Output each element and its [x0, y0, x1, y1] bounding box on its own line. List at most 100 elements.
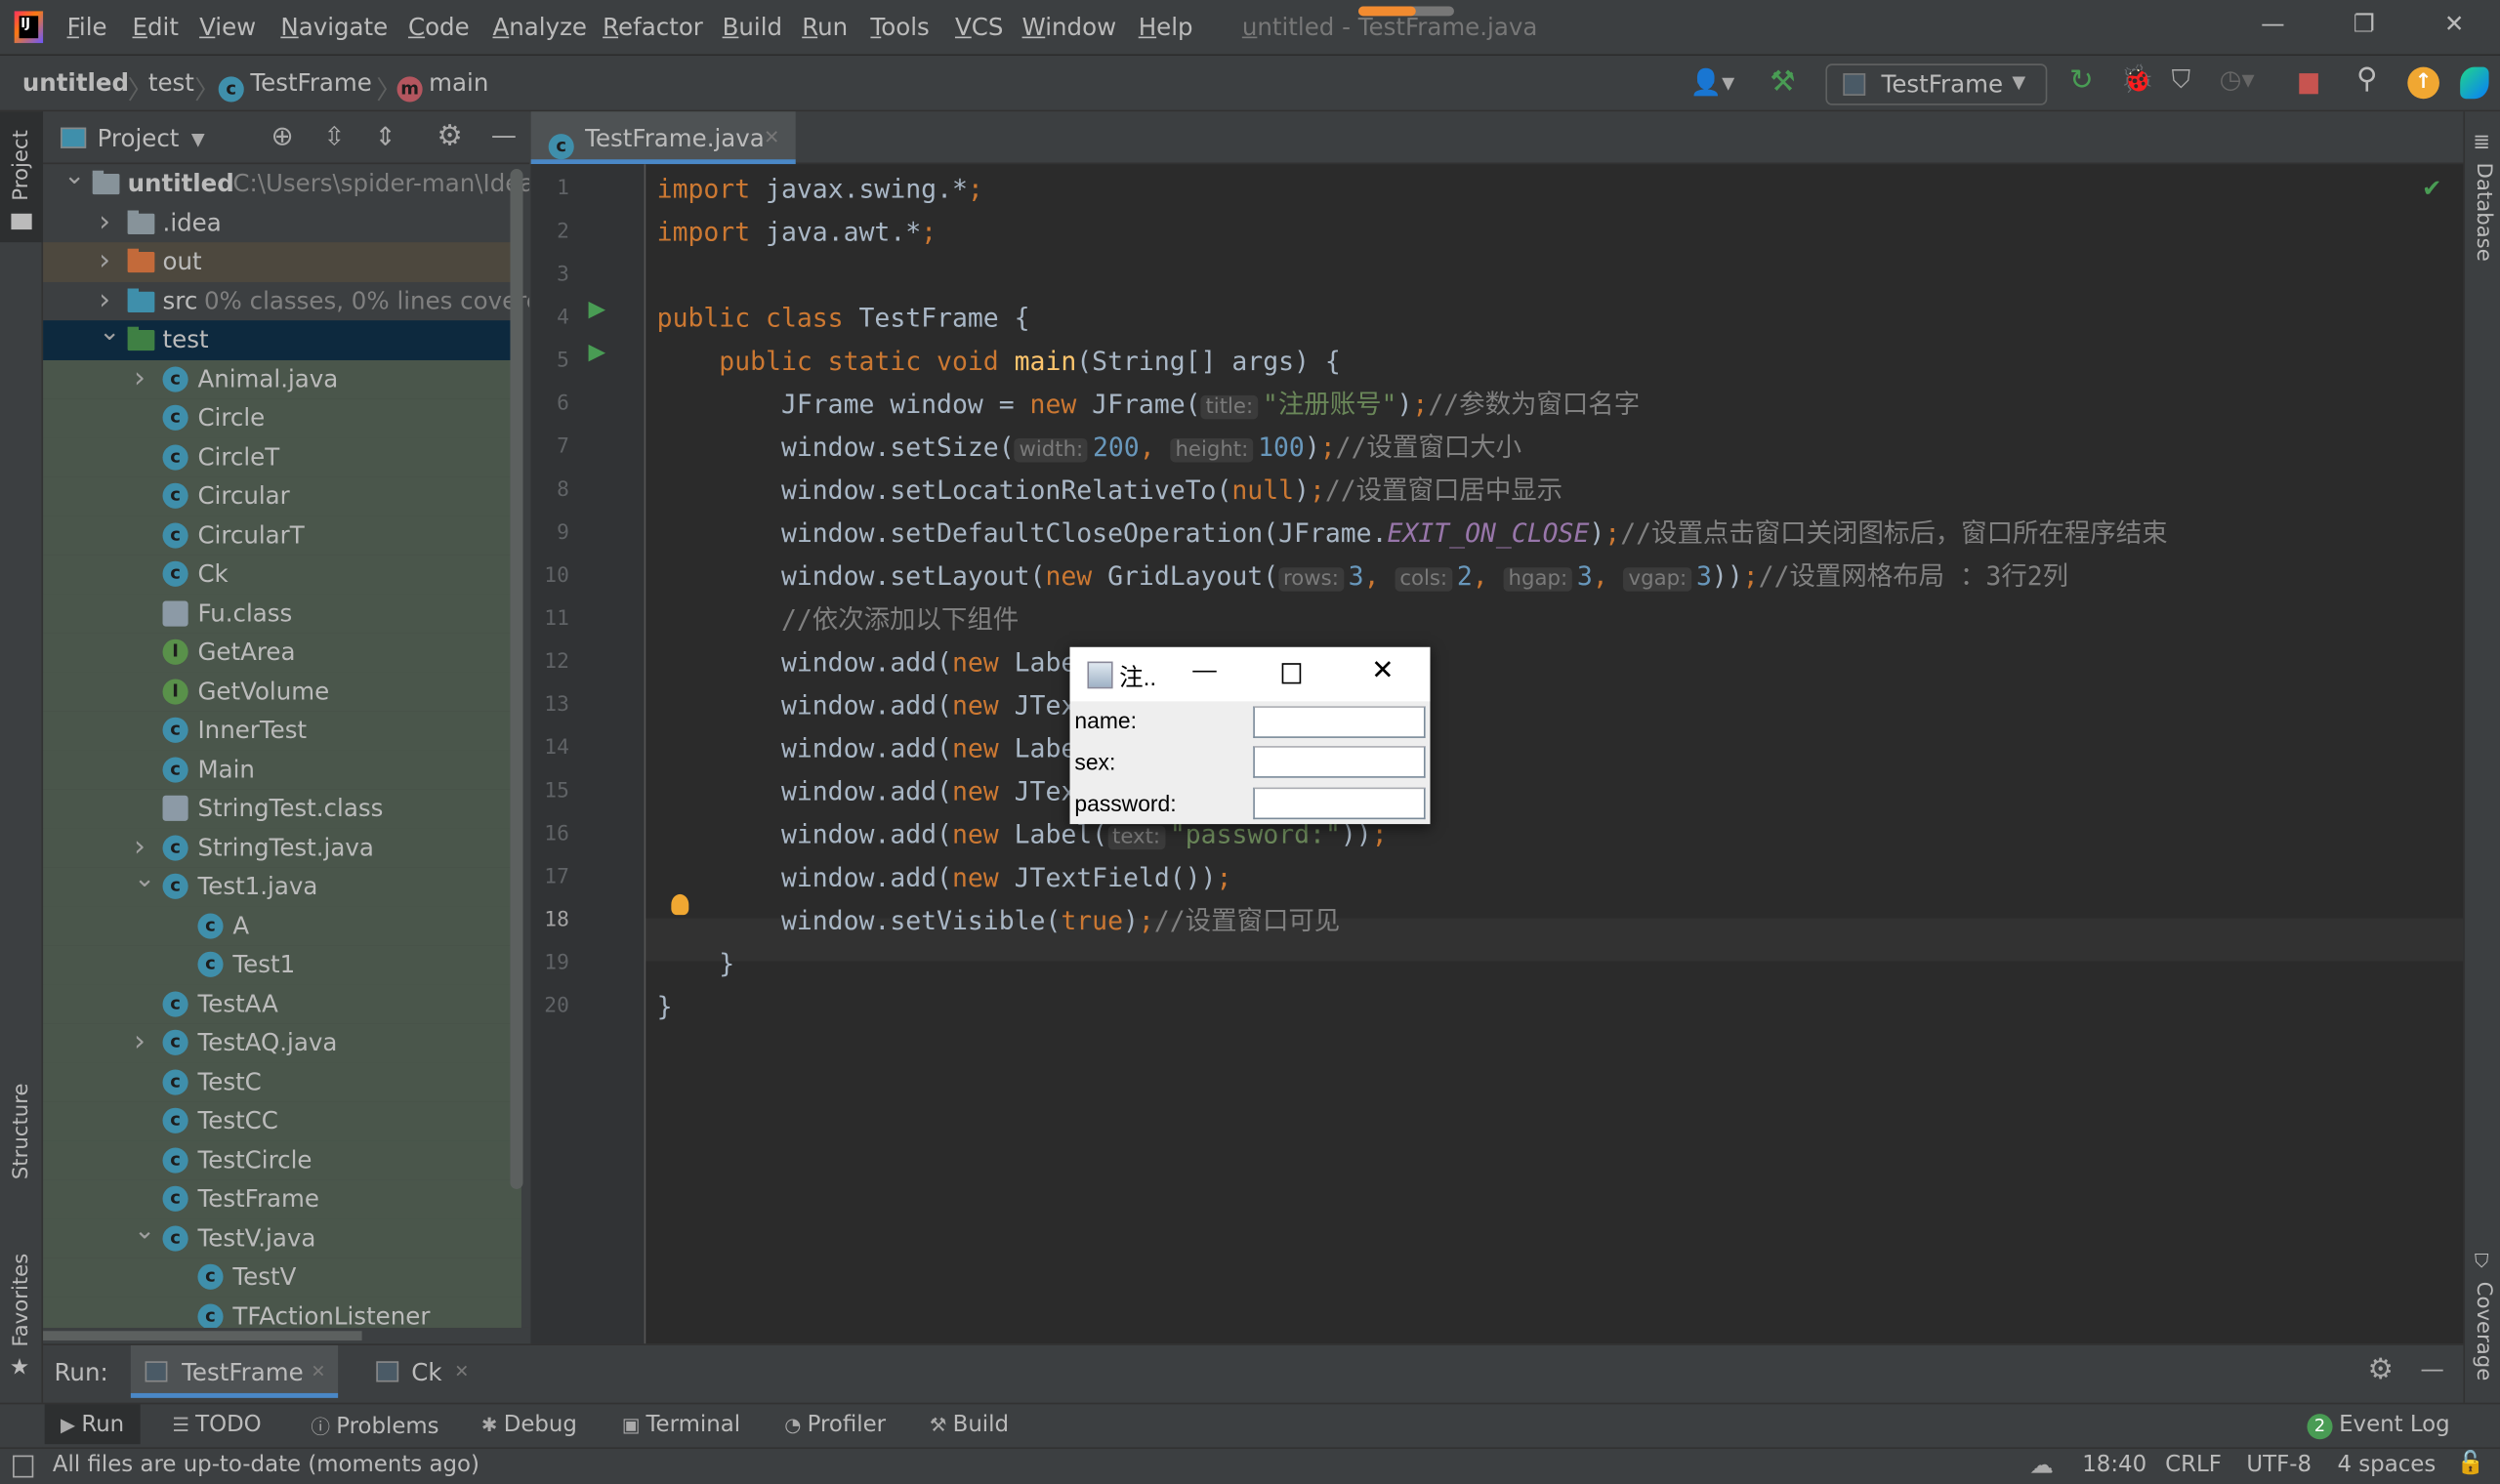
code-line[interactable]: import javax.swing.*;: [657, 167, 983, 210]
profiler-icon[interactable]: ◷▾: [2220, 63, 2255, 94]
gear-icon[interactable]: ⚙: [2367, 1353, 2393, 1386]
close-tab-icon[interactable]: ✕: [764, 126, 779, 148]
file-encoding[interactable]: UTF-8: [2246, 1452, 2312, 1477]
breadcrumb-project[interactable]: untitled: [22, 68, 129, 97]
locate-crosshair-icon[interactable]: ⊕: [271, 121, 294, 153]
toolwindow-terminal[interactable]: ▣ Terminal: [622, 1413, 740, 1438]
tree-item[interactable]: StringTest.class: [43, 789, 521, 829]
horizontal-scrollbar[interactable]: [43, 1327, 530, 1344]
tree-item[interactable]: c Circle: [43, 398, 521, 438]
close-button[interactable]: ✕: [2444, 10, 2465, 38]
tree-item[interactable]: ⌄ c TestV.java: [43, 1214, 521, 1258]
debug-bug-icon[interactable]: 🐞: [2120, 63, 2154, 96]
caret-position[interactable]: 18:40: [2082, 1452, 2146, 1477]
dialog-maximize-button[interactable]: [1281, 663, 1302, 684]
tree-item[interactable]: cA: [43, 906, 521, 946]
code-line[interactable]: window.setVisible(true);//设置窗口可见: [657, 899, 1340, 942]
close-tab-icon[interactable]: ✕: [454, 1361, 469, 1381]
tree-item[interactable]: › c Animal.java: [43, 359, 521, 399]
menu-tools[interactable]: Tools: [870, 13, 929, 41]
toggle-panels-icon[interactable]: [13, 1455, 34, 1478]
minimize-button[interactable]: —: [2261, 10, 2284, 38]
tree-item[interactable]: c Ck: [43, 555, 521, 595]
code-line[interactable]: window.add(new JTex: [657, 683, 1076, 726]
menu-help[interactable]: Help: [1139, 13, 1193, 41]
restore-button[interactable]: ❐: [2354, 10, 2375, 38]
lightbulb-icon[interactable]: [671, 893, 689, 916]
hide-panel-icon[interactable]: —: [2420, 1355, 2443, 1383]
tree-item[interactable]: c InnerTest: [43, 711, 521, 751]
toolwindow-run[interactable]: ▶ Run: [44, 1404, 141, 1445]
code-line[interactable]: window.setLocationRelativeTo(null);//设置窗…: [657, 469, 1562, 512]
tree-item[interactable]: ⌄ untitled C:\Users\spider-man\IdeaP: [43, 164, 529, 203]
run-tab-testframe[interactable]: TestFrame ✕: [130, 1344, 339, 1398]
menu-window[interactable]: Window: [1022, 13, 1117, 41]
tree-item[interactable]: c CircleT: [43, 437, 521, 477]
dialog-minimize-button[interactable]: —: [1192, 657, 1216, 684]
tree-item[interactable]: ⌄ c Test1.java: [43, 862, 521, 907]
code-line[interactable]: import java.awt.*;: [657, 211, 937, 254]
code-line[interactable]: }: [657, 942, 734, 985]
menu-view[interactable]: View: [199, 13, 256, 41]
toolbox-icon[interactable]: [2460, 66, 2489, 100]
expand-all-icon[interactable]: ⇳: [323, 121, 345, 151]
tree-item[interactable]: I GetArea: [43, 633, 521, 673]
run-tab-ck[interactable]: Ck ✕: [362, 1345, 490, 1398]
tree-item[interactable]: c Main: [43, 750, 521, 790]
code-line[interactable]: window.add(new JTex: [657, 770, 1076, 813]
menu-build[interactable]: Build: [723, 13, 783, 41]
code-line[interactable]: window.setDefaultCloseOperation(JFrame.E…: [657, 512, 2168, 555]
toolwindow-todo[interactable]: ☰ TODO: [172, 1413, 261, 1438]
close-tab-icon[interactable]: ✕: [311, 1361, 325, 1381]
menu-code[interactable]: Code: [408, 13, 470, 41]
project-tool-button[interactable]: Project: [0, 111, 44, 243]
dialog-title-bar[interactable]: 注.. — ✕: [1069, 646, 1431, 702]
tree-item[interactable]: c TestCircle: [43, 1140, 521, 1180]
structure-tool-button[interactable]: Structure: [10, 1083, 33, 1179]
menu-vcs[interactable]: VCS: [955, 13, 1003, 41]
menu-refactor[interactable]: Refactor: [603, 13, 703, 41]
breadcrumb-test[interactable]: test: [148, 68, 194, 97]
tree-item[interactable]: › c TestAQ.java: [43, 1023, 521, 1063]
run-with-coverage-icon[interactable]: ⛉: [2172, 63, 2191, 96]
tree-item[interactable]: Fu.class: [43, 594, 521, 634]
menu-navigate[interactable]: Navigate: [280, 13, 388, 41]
stop-icon[interactable]: [2299, 73, 2318, 95]
toolwindow-debug[interactable]: ✱ Debug: [481, 1413, 577, 1438]
toolwindow-build[interactable]: ⚒ Build: [930, 1413, 1009, 1438]
tree-item[interactable]: c TestAA: [43, 984, 521, 1024]
chevron-right-icon[interactable]: ›: [99, 203, 110, 242]
chevron-down-icon[interactable]: ▼: [191, 129, 205, 149]
database-tool-button[interactable]: Database: [2472, 163, 2495, 262]
tab-testframe-java[interactable]: c TestFrame.java ✕: [530, 111, 796, 165]
run-gutter-icon[interactable]: ▶: [588, 340, 605, 365]
chevron-down-icon[interactable]: ⌄: [134, 1211, 155, 1250]
chevron-right-icon[interactable]: ›: [99, 242, 110, 281]
run-config-select[interactable]: TestFrame ▼: [1825, 63, 2048, 105]
breadcrumb-class[interactable]: c TestFrame: [218, 68, 372, 103]
code-line[interactable]: }: [657, 985, 673, 1028]
password-text-field[interactable]: [1253, 787, 1426, 820]
tree-item[interactable]: c Circular: [43, 476, 521, 516]
toolwindow-profiler[interactable]: ◔ Profiler: [784, 1413, 886, 1438]
lock-icon[interactable]: 🔓: [2457, 1451, 2484, 1476]
code-line[interactable]: window.setSize(width: 200, height: 100);//…: [657, 426, 1521, 469]
update-icon[interactable]: ↑: [2407, 66, 2439, 100]
chevron-right-icon[interactable]: ›: [134, 1023, 146, 1062]
code-line[interactable]: window.add(new Labe: [657, 726, 1076, 769]
rerun-icon[interactable]: ↻: [2069, 63, 2094, 97]
tree-scrollbar[interactable]: [510, 169, 523, 1189]
swing-dialog-window[interactable]: 注.. — ✕ name: sex: password:: [1069, 646, 1431, 825]
run-gutter-icon[interactable]: ▶: [588, 297, 605, 322]
breadcrumb-method[interactable]: m main: [396, 68, 488, 103]
chevron-down-icon[interactable]: ⌄: [134, 859, 155, 898]
search-icon[interactable]: ⚲: [2356, 62, 2378, 96]
tree-item[interactable]: › out: [43, 242, 521, 282]
user-icon[interactable]: 👤▾: [1690, 67, 1735, 98]
inspection-ok-check-icon[interactable]: ✔: [2422, 174, 2442, 202]
tree-item[interactable]: c Test1: [43, 945, 521, 985]
sex-text-field[interactable]: [1253, 746, 1426, 778]
code-line[interactable]: public class TestFrame {: [657, 297, 1030, 340]
dialog-close-button[interactable]: ✕: [1371, 655, 1394, 687]
tree-item[interactable]: › .idea: [43, 203, 521, 242]
